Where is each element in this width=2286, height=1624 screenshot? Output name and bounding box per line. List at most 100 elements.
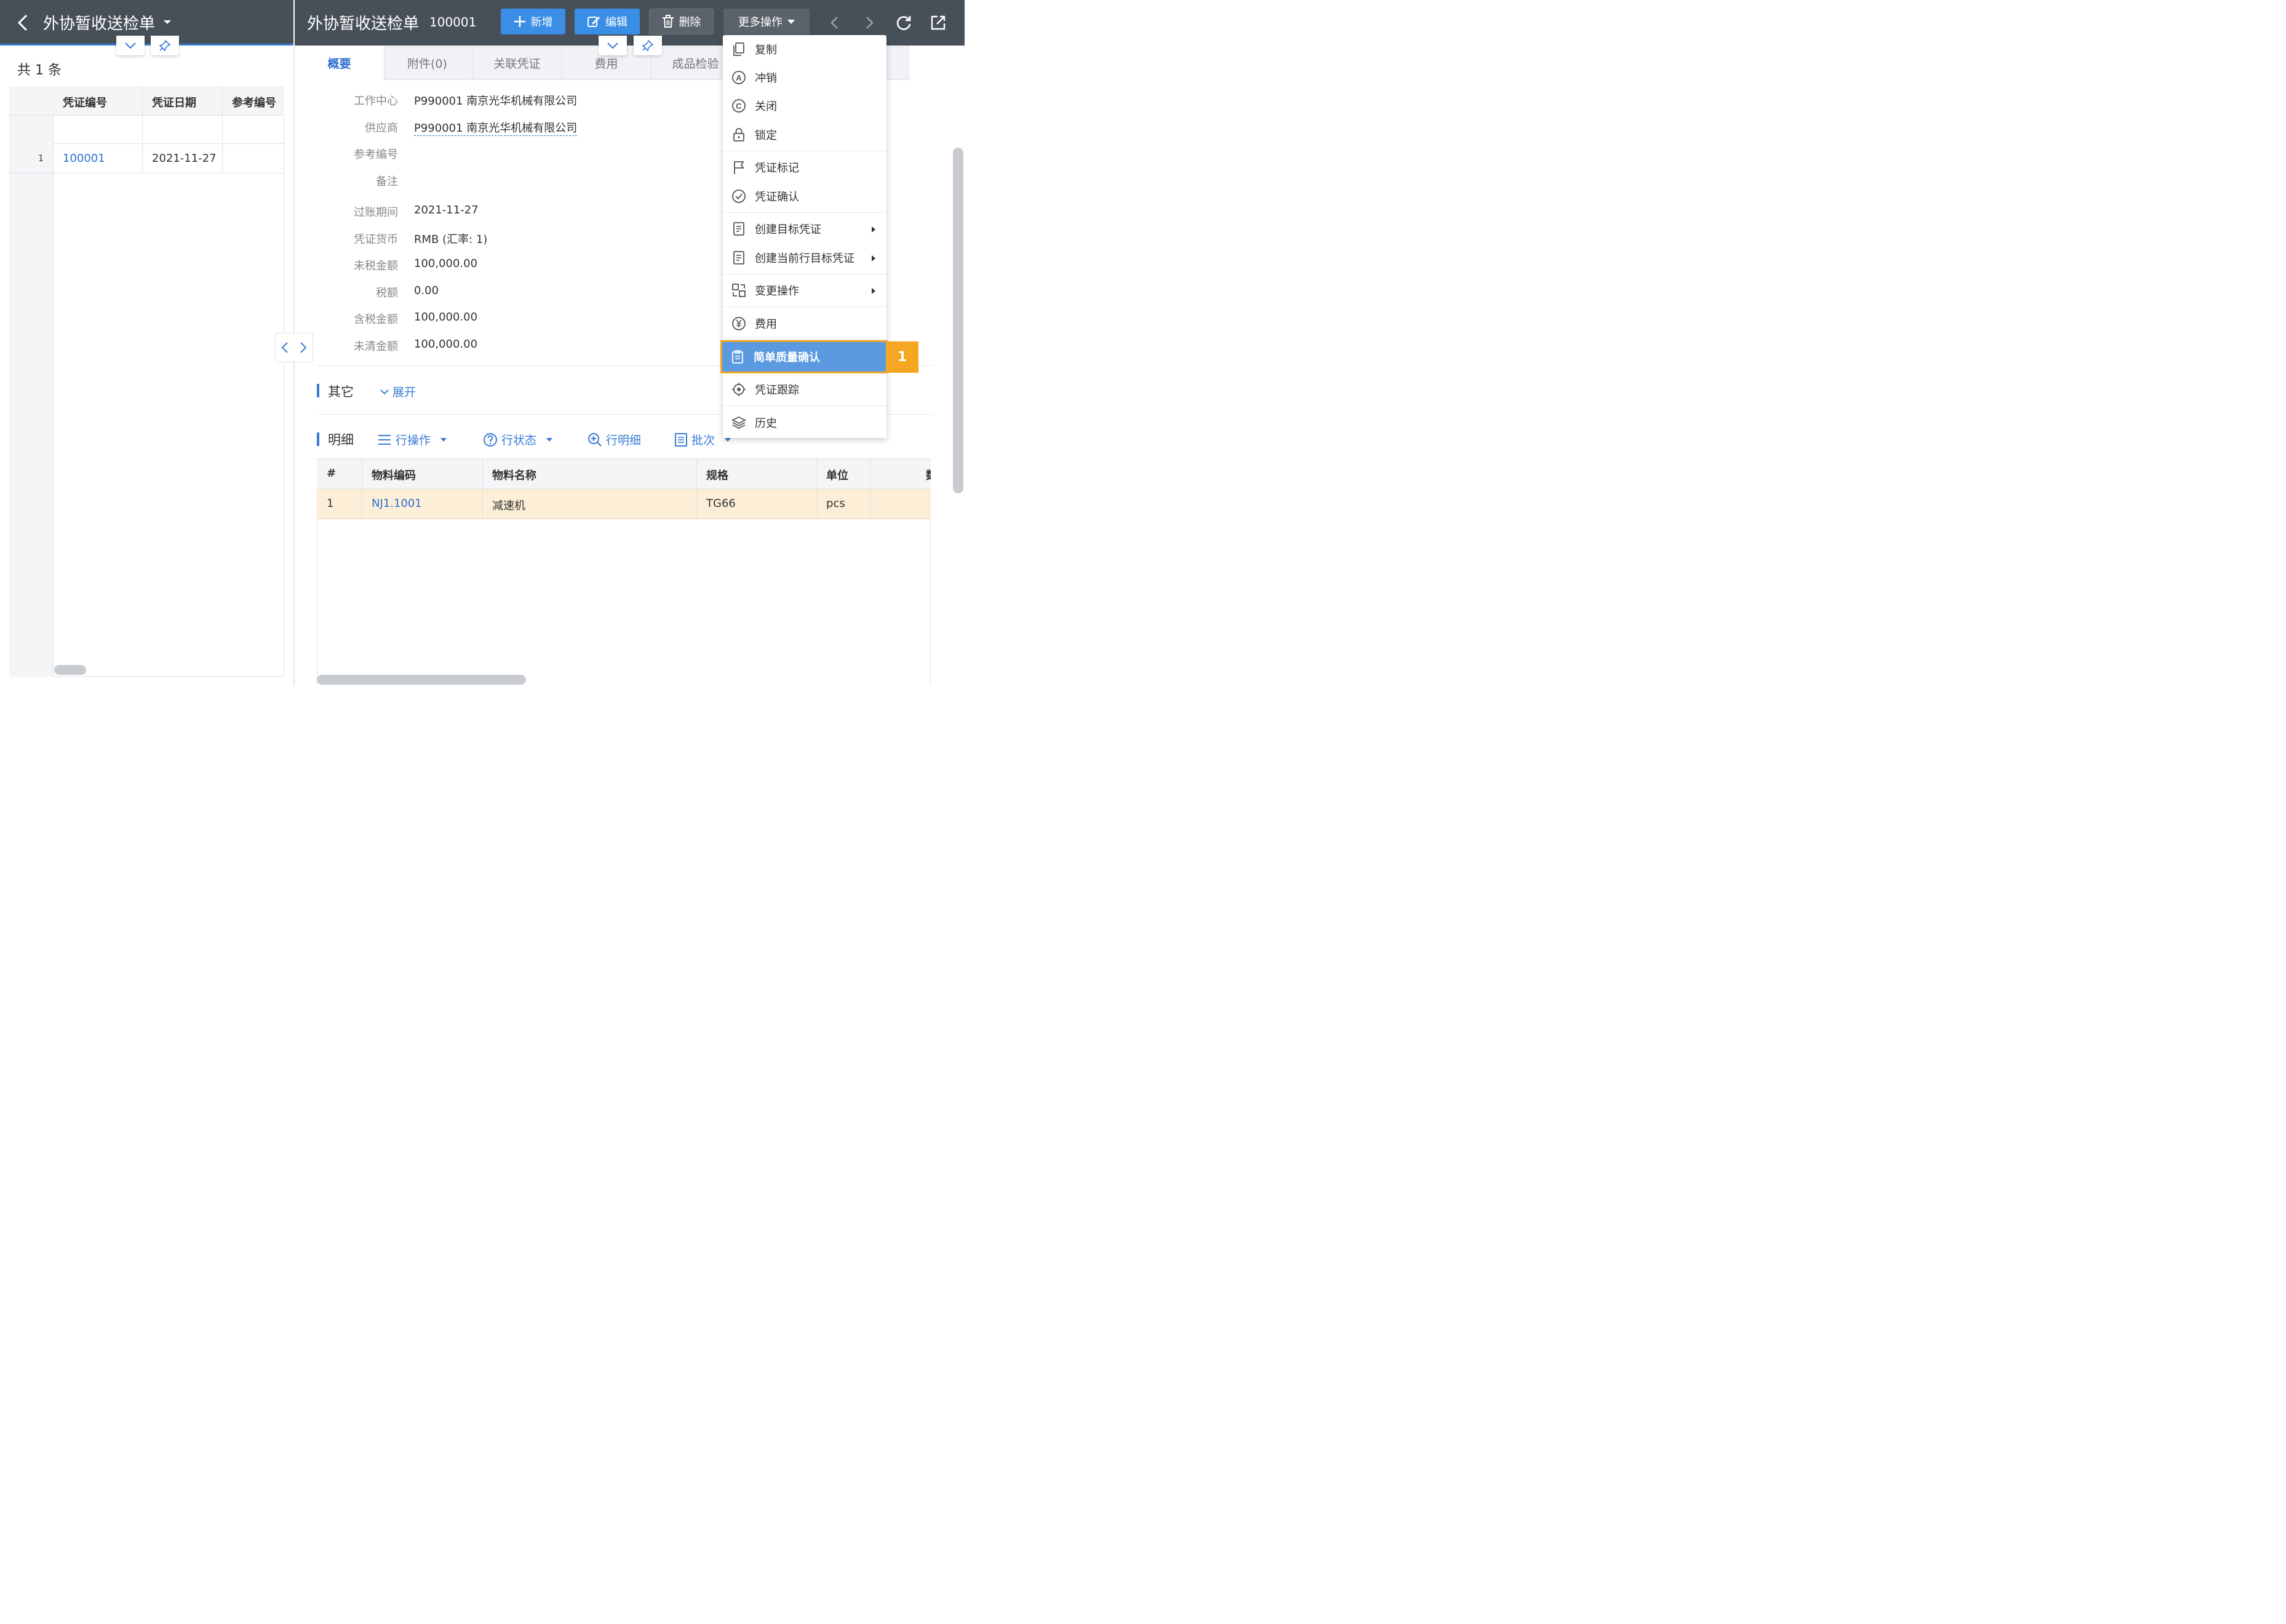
record-count: 共 1 条 [17, 63, 62, 78]
more-actions-button[interactable]: 更多操作 [723, 9, 810, 34]
open-external-icon[interactable] [929, 14, 947, 32]
detail-grid-hscrollbar[interactable] [317, 675, 526, 685]
row-detail-button[interactable]: 行明细 [587, 431, 641, 448]
menu-item-close[interactable]: C 关闭 [723, 92, 886, 120]
label-supplier: 供应商 [365, 122, 398, 135]
menu-item-change-ops[interactable]: 变更操作 [723, 276, 886, 304]
work-center-link[interactable]: P990001 南京光华机械有限公司 [414, 92, 577, 108]
label-posting-period: 过账期间 [354, 206, 398, 219]
total-amount-value: 100,000.00 [414, 311, 478, 324]
document-icon [731, 221, 747, 237]
edit-button[interactable]: 编辑 [575, 9, 640, 34]
title-dropdown-icon[interactable] [164, 20, 171, 24]
reverse-icon: A [731, 70, 747, 86]
unit-cell: pcs [826, 497, 845, 510]
row-status-menu[interactable]: 行状态 [483, 431, 553, 448]
zoom-in-icon [588, 432, 602, 447]
label-pretax-amount: 未税金额 [354, 260, 398, 273]
col-header-doc-no[interactable]: 凭证编号 [63, 94, 107, 110]
menu-item-reverse[interactable]: A 冲销 [723, 63, 886, 92]
menu-item-create-row-target-doc[interactable]: 创建当前行目标凭证 [723, 244, 886, 272]
menu-item-create-target-doc[interactable]: 创建目标凭证 [723, 215, 886, 243]
menu-item-flag[interactable]: 凭证标记 [723, 153, 886, 181]
new-button[interactable]: 新增 [501, 9, 565, 34]
edit-icon [587, 17, 600, 27]
col-header-index: # [327, 467, 337, 480]
col-header-material-code[interactable]: 物料编码 [372, 467, 416, 483]
table-row[interactable] [9, 144, 284, 173]
col-header-ref-no[interactable]: 参考编号 [232, 94, 276, 110]
copy-icon [731, 41, 747, 57]
col-header-material-name[interactable]: 物料名称 [492, 467, 536, 483]
step-badge: 1 [886, 341, 918, 373]
spec-cell: TG66 [706, 497, 736, 510]
clipboard-icon [730, 349, 746, 365]
tab-attachments[interactable]: 附件(0) [383, 46, 472, 80]
menu-item-history[interactable]: 历史 [723, 408, 886, 437]
chevron-left-icon [281, 342, 288, 353]
col-header-doc-date[interactable]: 凭证日期 [152, 94, 196, 110]
label-currency: 凭证货币 [354, 233, 398, 246]
col-header-unit[interactable]: 单位 [826, 467, 848, 483]
chevron-down-icon [125, 42, 136, 49]
doc-no-link[interactable]: 100001 [63, 152, 105, 165]
submenu-arrow-icon [872, 288, 875, 294]
tax-value: 0.00 [414, 284, 439, 297]
refresh-icon[interactable] [894, 14, 913, 32]
svg-text:C: C [736, 102, 742, 111]
collapse-left-button[interactable] [276, 333, 294, 362]
caret-down-icon [787, 19, 795, 24]
help-circle-icon [484, 432, 497, 447]
lock-icon [731, 127, 747, 143]
menu-item-expenses[interactable]: 费用 [723, 309, 886, 338]
svg-text:A: A [736, 73, 742, 82]
collapse-button[interactable] [116, 36, 145, 55]
trash-icon [662, 15, 674, 28]
menu-item-lock[interactable]: 锁定 [723, 121, 886, 149]
col-header-quantity[interactable]: 数 [926, 467, 931, 483]
submenu-arrow-icon [872, 255, 875, 261]
batch-list-icon [675, 432, 687, 447]
material-code-link[interactable]: NJ1.1001 [372, 497, 422, 510]
delete-button[interactable]: 删除 [649, 9, 714, 34]
pin-button[interactable] [151, 36, 179, 55]
row-index: 1 [38, 154, 44, 164]
tab-summary[interactable]: 概要 [295, 46, 384, 80]
menu-item-simple-quality-confirm[interactable]: 简单质量确认 [720, 340, 888, 373]
pretax-amount-value: 100,000.00 [414, 257, 478, 270]
layers-icon [731, 415, 747, 431]
flag-icon [731, 159, 747, 175]
tab-related-docs[interactable]: 关联凭证 [472, 46, 562, 80]
open-amount-value: 100,000.00 [414, 338, 478, 351]
menu-item-confirm[interactable]: 凭证确认 [723, 182, 886, 210]
next-record-icon[interactable] [860, 14, 878, 32]
yen-icon [731, 316, 747, 332]
expand-toggle[interactable]: 展开 [380, 383, 416, 400]
material-name-cell: 减速机 [492, 500, 525, 512]
submenu-arrow-icon [872, 226, 875, 233]
left-grid-hscrollbar[interactable] [54, 665, 86, 675]
pin-icon [642, 39, 654, 52]
plus-icon [514, 16, 525, 27]
supplier-link[interactable]: P990001 南京光华机械有限公司 [414, 119, 578, 136]
pin-button-right[interactable] [634, 36, 662, 55]
page-vscrollbar[interactable] [953, 148, 963, 493]
check-circle-icon [731, 188, 747, 204]
caret-down-icon [440, 437, 447, 442]
collapse-button-right[interactable] [599, 36, 627, 55]
detail-row-index: 1 [327, 497, 334, 510]
chevron-down-icon [607, 42, 618, 49]
col-header-spec[interactable]: 规格 [706, 467, 728, 483]
close-circle-icon: C [731, 98, 747, 114]
menu-item-trace[interactable]: 凭证跟踪 [723, 375, 886, 404]
left-list-title[interactable]: 外协暂收送检单 [43, 11, 155, 34]
row-actions-menu[interactable]: 行操作 [377, 431, 447, 448]
menu-item-copy[interactable]: 复制 [723, 35, 886, 63]
prev-record-icon[interactable] [826, 14, 844, 32]
pin-icon [159, 39, 171, 52]
label-ref-no: 参考编号 [354, 148, 398, 161]
back-arrow-icon[interactable] [16, 14, 30, 32]
currency-value: RMB (汇率: 1) [414, 233, 488, 246]
label-tax: 税额 [376, 287, 398, 300]
section-detail-title: 明细 [328, 432, 354, 447]
